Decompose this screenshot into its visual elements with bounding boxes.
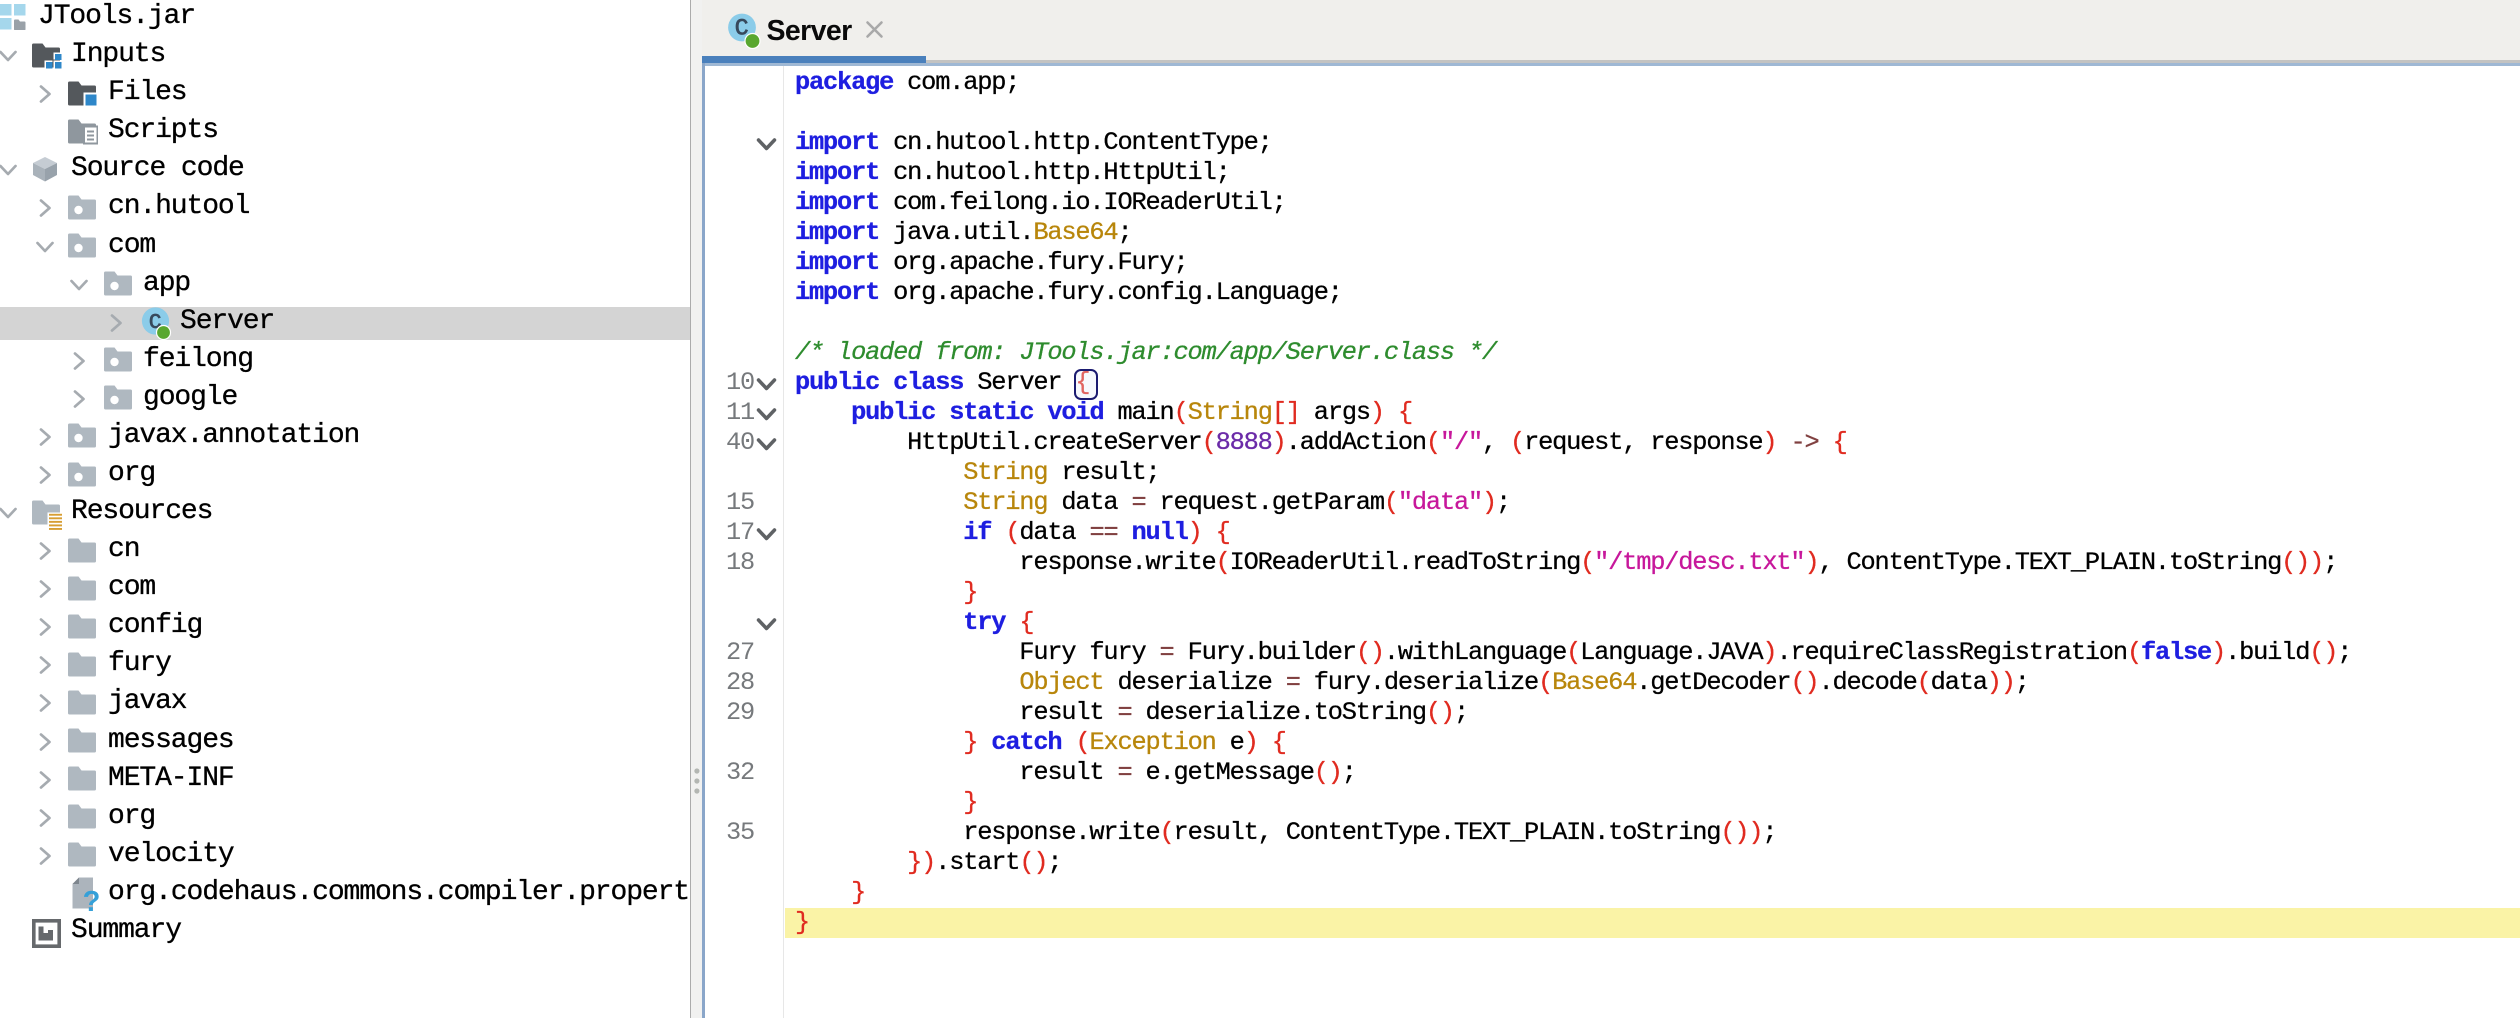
svg-text:?: ? bbox=[82, 886, 100, 913]
